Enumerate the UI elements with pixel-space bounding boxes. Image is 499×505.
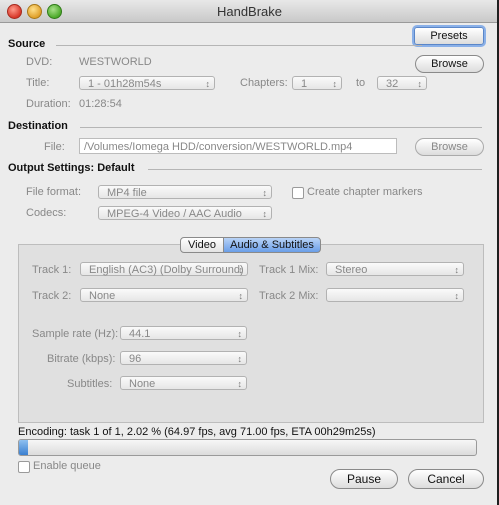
updown-arrow-icon: ↕ xyxy=(332,79,338,89)
bitrate-label: Bitrate (kbps): xyxy=(47,353,116,365)
track1-mix-popup[interactable]: Stereo ↕ xyxy=(326,262,464,276)
source-divider xyxy=(56,45,422,46)
updown-arrow-icon: ↕ xyxy=(237,329,243,339)
file-label: File: xyxy=(44,141,65,153)
file-path-field[interactable]: /Volumes/Iomega HDD/conversion/WESTWORLD… xyxy=(79,138,397,154)
source-browse-button[interactable]: Browse xyxy=(415,55,484,73)
track2-label: Track 2: xyxy=(32,290,72,302)
file-format-label: File format: xyxy=(26,186,82,198)
sample-rate-label: Sample rate (Hz): xyxy=(32,328,119,340)
dvd-value: WESTWORLD xyxy=(79,56,152,68)
subtitles-label: Subtitles: xyxy=(67,378,113,390)
tab-audio-subtitles[interactable]: Audio & Subtitles xyxy=(223,237,321,253)
presets-button[interactable]: Presets xyxy=(414,27,484,45)
updown-arrow-icon: ↕ xyxy=(205,79,211,89)
updown-arrow-icon: ↕ xyxy=(237,354,243,364)
sample-rate-popup[interactable]: 44.1 ↕ xyxy=(120,326,247,340)
output-divider xyxy=(148,169,482,170)
updown-arrow-icon: ↕ xyxy=(454,265,460,275)
tab-video[interactable]: Video xyxy=(180,237,224,253)
encoding-status: Encoding: task 1 of 1, 2.02 % (64.97 fps… xyxy=(18,426,376,438)
track1-value: English (AC3) (Dolby Surround) xyxy=(89,264,244,276)
chapter-end-value: 32 xyxy=(386,78,399,90)
cancel-button[interactable]: Cancel xyxy=(408,469,484,489)
encoding-progress-bar xyxy=(18,439,477,456)
updown-arrow-icon: ↕ xyxy=(238,291,244,301)
track1-label: Track 1: xyxy=(32,264,72,276)
updown-arrow-icon: ↕ xyxy=(238,265,244,275)
updown-arrow-icon: ↕ xyxy=(262,209,268,219)
pause-button[interactable]: Pause xyxy=(330,469,398,489)
chapter-start-value: 1 xyxy=(301,78,308,90)
encoding-progress-fill xyxy=(19,440,29,455)
subtitles-value: None xyxy=(129,378,156,390)
chapter-markers-label: Create chapter markers xyxy=(307,186,423,198)
codecs-popup[interactable]: MPEG-4 Video / AAC Audio ↕ xyxy=(98,206,272,220)
codecs-label: Codecs: xyxy=(26,207,67,219)
chapters-label: Chapters: xyxy=(240,77,288,89)
duration-label: Duration: xyxy=(26,98,71,110)
updown-arrow-icon: ↕ xyxy=(237,379,243,389)
subtitles-popup[interactable]: None ↕ xyxy=(120,376,247,390)
title-label: Title: xyxy=(26,77,50,89)
enable-queue-label: Enable queue xyxy=(33,460,101,472)
codecs-value: MPEG-4 Video / AAC Audio xyxy=(107,208,242,220)
chapter-start-popup[interactable]: 1 ↕ xyxy=(292,76,342,90)
track2-value: None xyxy=(89,290,116,302)
output-settings-heading: Output Settings: Default xyxy=(8,162,135,174)
destination-browse-button[interactable]: Browse xyxy=(415,138,484,156)
track2-mix-popup[interactable]: ↕ xyxy=(326,288,464,302)
track1-popup[interactable]: English (AC3) (Dolby Surround) ↕ xyxy=(80,262,248,276)
bitrate-value: 96 xyxy=(129,353,142,365)
duration-value: 01:28:54 xyxy=(79,98,122,110)
file-format-value: MP4 file xyxy=(107,187,147,199)
destination-divider xyxy=(80,127,482,128)
dvd-label: DVD: xyxy=(26,56,53,68)
source-heading: Source xyxy=(8,38,46,50)
title-popup[interactable]: 1 - 01h28m54s ↕ xyxy=(79,76,215,90)
chapter-end-popup[interactable]: 32 ↕ xyxy=(377,76,427,90)
updown-arrow-icon: ↕ xyxy=(454,291,460,301)
handbrake-window: HandBrake Presets Source DVD: WESTWORLD … xyxy=(0,0,499,505)
updown-arrow-icon: ↕ xyxy=(262,188,268,198)
sample-rate-value: 44.1 xyxy=(129,328,151,340)
track2-popup[interactable]: None ↕ xyxy=(80,288,248,302)
window-title: HandBrake xyxy=(216,4,283,19)
track2-mix-label: Track 2 Mix: xyxy=(259,290,319,302)
track1-mix-value: Stereo xyxy=(335,264,368,276)
file-format-popup[interactable]: MP4 file ↕ xyxy=(98,185,272,199)
updown-arrow-icon: ↕ xyxy=(417,79,423,89)
to-label: to xyxy=(356,77,366,89)
title-popup-value: 1 - 01h28m54s xyxy=(88,78,162,90)
enable-queue-checkbox[interactable] xyxy=(18,461,30,473)
bitrate-popup[interactable]: 96 ↕ xyxy=(120,351,247,365)
chapter-markers-checkbox[interactable] xyxy=(292,187,304,199)
destination-heading: Destination xyxy=(8,120,68,132)
title-bar[interactable]: HandBrake xyxy=(0,0,499,23)
track1-mix-label: Track 1 Mix: xyxy=(259,264,319,276)
